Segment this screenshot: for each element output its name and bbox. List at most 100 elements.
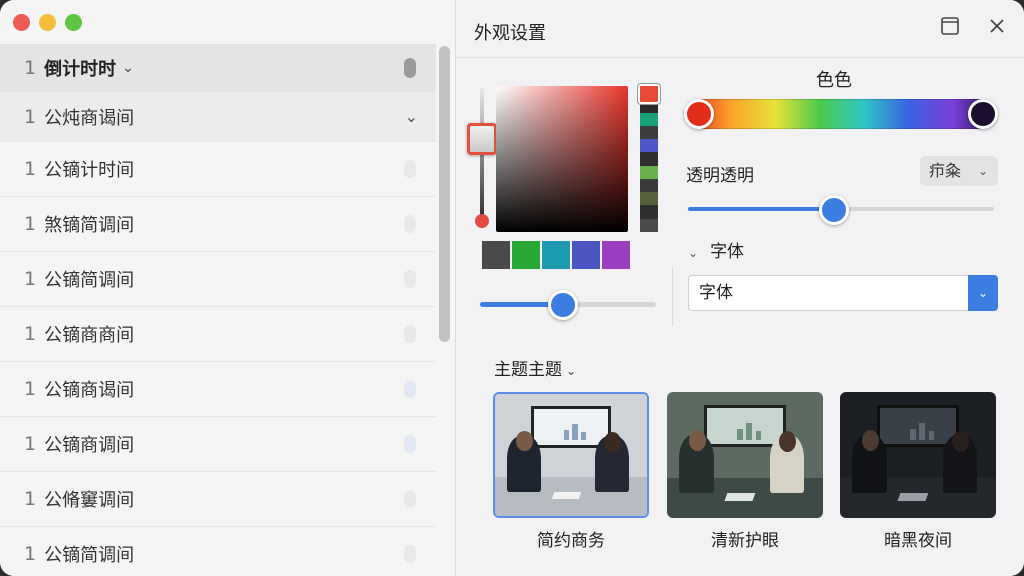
list-scrollbar[interactable]: [439, 46, 450, 342]
theme-card-business[interactable]: [493, 392, 649, 518]
color-swatches: [482, 241, 630, 269]
opacity-label: 透明透明: [686, 166, 754, 186]
item-title: 公镝商谒间: [44, 380, 135, 401]
item-number: 1: [24, 543, 37, 565]
chevron-down-icon[interactable]: ⌄: [122, 60, 134, 76]
window-controls: [13, 14, 82, 31]
hue-palette-column[interactable]: [640, 86, 658, 232]
theme-section-toggle[interactable]: 主题主题 ⌄: [494, 355, 576, 380]
chevron-down-icon[interactable]: ⌄: [405, 107, 418, 126]
timer-list: 1 倒计时时 ⌄ 1 公炖商谒间 ⌄ 1 公镝计时间 1 煞镝简调间 1 公镝简…: [0, 44, 436, 576]
close-window-button[interactable]: [13, 14, 30, 31]
chevron-down-icon: ⌄: [566, 364, 577, 378]
item-title: 公镝商调间: [44, 435, 135, 456]
alpha-slider-track[interactable]: [480, 88, 484, 228]
list-item[interactable]: 1 公镝简调间: [0, 527, 436, 576]
drag-handle[interactable]: [404, 160, 416, 178]
theme-card-dark[interactable]: [840, 392, 996, 518]
opacity-slider-fill: [688, 207, 834, 211]
alpha-slider-handle[interactable]: [467, 123, 497, 155]
panel-title: 外观设置: [474, 23, 546, 44]
list-item[interactable]: 1 公脩窶调间: [0, 472, 436, 527]
maximize-icon[interactable]: [938, 16, 962, 40]
theme-label: 暗黑夜间: [884, 531, 952, 551]
spectrum-start-handle[interactable]: [684, 99, 714, 129]
list-item[interactable]: 1 煞镝简调间: [0, 197, 436, 252]
opacity-slider-handle[interactable]: [819, 195, 849, 225]
hue-palette-handle[interactable]: [638, 84, 660, 104]
color-swatch[interactable]: [542, 241, 570, 269]
font-section-toggle[interactable]: ⌄ 字体: [688, 237, 744, 262]
appearance-window: 1 倒计时时 ⌄ 1 公炖商谒间 ⌄ 1 公镝计时间 1 煞镝简调间 1 公镝简…: [0, 0, 1024, 576]
color-swatch[interactable]: [572, 241, 600, 269]
item-title: 煞镝简调间: [44, 215, 135, 236]
alpha-slider-end: [475, 214, 489, 228]
drag-handle[interactable]: [404, 380, 416, 398]
item-number: 1: [24, 56, 37, 79]
font-dropdown[interactable]: 字体 ⌄: [688, 275, 998, 311]
list-item[interactable]: 1 公镝计时间: [0, 142, 436, 197]
item-number: 1: [24, 213, 37, 235]
chevron-down-icon: ⌄: [977, 164, 988, 178]
item-title: 公镝商商间: [44, 325, 135, 346]
opacity-dropdown-value: 疖粂: [929, 161, 962, 180]
chevron-down-icon: ⌄: [688, 246, 699, 260]
item-number: 1: [24, 158, 37, 180]
timer-list-pane: 1 倒计时时 ⌄ 1 公炖商谒间 ⌄ 1 公镝计时间 1 煞镝简调间 1 公镝简…: [0, 0, 455, 576]
drag-handle[interactable]: [404, 490, 416, 508]
drag-handle[interactable]: [404, 545, 416, 563]
spectrum-end-handle[interactable]: [968, 99, 998, 129]
drag-handle[interactable]: [404, 435, 416, 453]
close-icon[interactable]: [985, 16, 1009, 40]
palette-color-block[interactable]: [640, 205, 658, 219]
palette-color-block[interactable]: [640, 139, 658, 153]
color-swatch[interactable]: [482, 241, 510, 269]
item-number: 1: [24, 323, 37, 345]
item-number: 1: [24, 378, 37, 400]
list-item[interactable]: 1 公镝简调间: [0, 252, 436, 307]
list-item[interactable]: 1 公镝商谒间: [0, 362, 436, 417]
theme-label: 清新护眼: [711, 531, 779, 551]
chevron-down-icon[interactable]: ⌄: [968, 275, 998, 311]
saturation-value-field[interactable]: [496, 86, 628, 232]
item-number: 1: [24, 488, 37, 510]
item-title: 公镝计时间: [44, 160, 135, 181]
section-divider: [672, 268, 673, 326]
list-item[interactable]: 1 公镝商商间: [0, 307, 436, 362]
item-title: 公镝简调间: [44, 270, 135, 291]
drag-handle[interactable]: [404, 58, 416, 78]
color-spectrum-slider[interactable]: [686, 99, 998, 129]
size-slider-handle[interactable]: [548, 290, 578, 320]
color-swatch[interactable]: [512, 241, 540, 269]
palette-color-block[interactable]: [640, 112, 658, 126]
color-swatch[interactable]: [602, 241, 630, 269]
list-item[interactable]: 1 公炖商谒间 ⌄: [0, 92, 436, 142]
palette-color-block[interactable]: [640, 218, 658, 232]
opacity-dropdown[interactable]: 疖粂 ⌄: [920, 156, 998, 186]
theme-label: 简约商务: [537, 531, 605, 551]
palette-color-block[interactable]: [640, 178, 658, 193]
item-number: 1: [24, 105, 37, 128]
palette-color-block[interactable]: [640, 192, 658, 206]
item-number: 1: [24, 433, 37, 455]
zoom-window-button[interactable]: [65, 14, 82, 31]
appearance-panel: 外观设置 色色 透明透明 疖粂 ⌄ ⌄ 字体 字体 ⌄ 主题主题 ⌄ 简约商务 …: [456, 0, 1024, 576]
item-title: 公脩窶调间: [44, 490, 135, 511]
palette-color-block[interactable]: [640, 152, 658, 166]
drag-handle[interactable]: [404, 325, 416, 343]
drag-handle[interactable]: [404, 270, 416, 288]
item-title: 公炖商谒间: [44, 107, 135, 129]
panel-header: 外观设置: [456, 0, 1024, 58]
theme-card-eye-care[interactable]: [667, 392, 823, 518]
drag-handle[interactable]: [404, 215, 416, 233]
minimize-window-button[interactable]: [39, 14, 56, 31]
font-dropdown-value: 字体: [699, 283, 733, 303]
item-number: 1: [24, 268, 37, 290]
palette-color-block[interactable]: [640, 165, 658, 179]
color-label: 色色: [816, 70, 852, 91]
item-title: 公镝简调间: [44, 545, 135, 566]
palette-color-block[interactable]: [640, 125, 658, 140]
theme-preview-image: [667, 392, 823, 518]
list-item[interactable]: 1 公镝商调间: [0, 417, 436, 472]
list-item[interactable]: 1 倒计时时 ⌄: [0, 44, 436, 92]
